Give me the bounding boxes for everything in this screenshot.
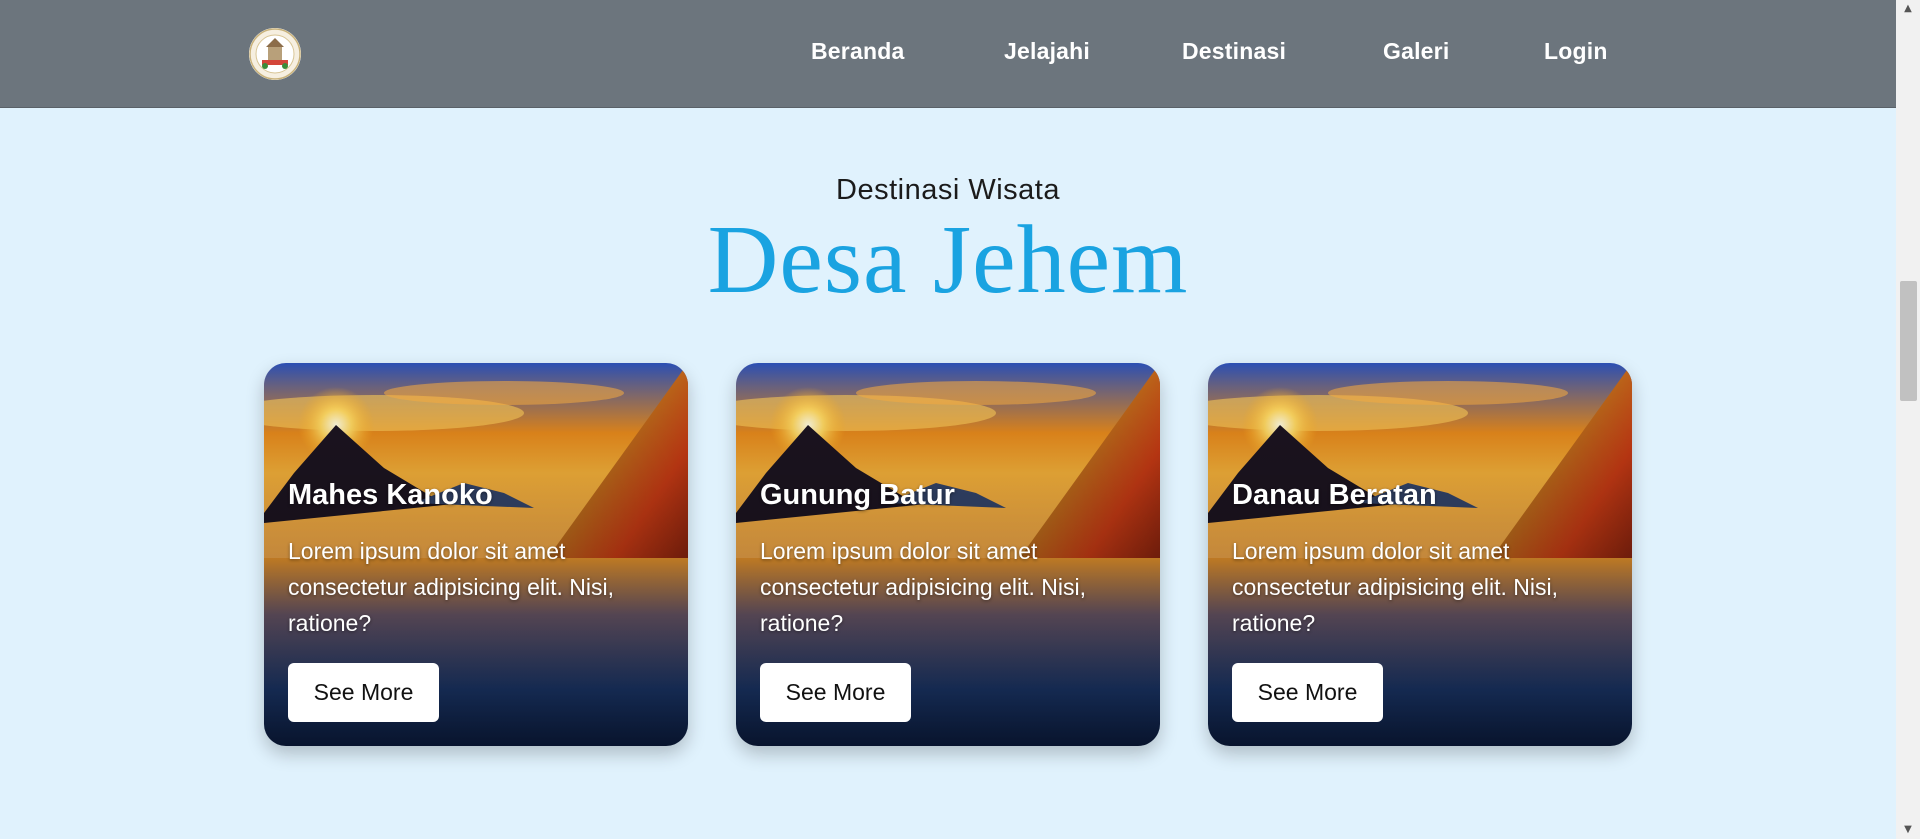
card-title: Danau Beratan [1232, 479, 1437, 511]
nav-link-login[interactable]: Login [1544, 38, 1608, 65]
see-more-button[interactable]: See More [1232, 663, 1383, 722]
card-description: Lorem ipsum dolor sit amet consectetur a… [760, 538, 1086, 636]
village-emblem-logo[interactable] [249, 28, 301, 80]
see-more-button[interactable]: See More [288, 663, 439, 722]
card-title: Mahes Kanoko [288, 479, 493, 511]
navbar: Beranda Jelajahi Destinasi Galeri Login [0, 0, 1896, 108]
card-title: Gunung Batur [760, 479, 955, 511]
nav-link-galeri[interactable]: Galeri [1383, 38, 1449, 65]
nav-link-jelajahi[interactable]: Jelajahi [1004, 38, 1090, 65]
vertical-scrollbar[interactable]: ▲ ▼ [1896, 0, 1920, 839]
section-title: Desa Jehem [707, 206, 1189, 314]
scroll-down-arrow-icon[interactable]: ▼ [1896, 821, 1920, 839]
card-description: Lorem ipsum dolor sit amet consectetur a… [1232, 538, 1558, 636]
destination-card: Danau Beratan Lorem ipsum dolor sit amet… [1208, 363, 1632, 746]
destination-card: Gunung Batur Lorem ipsum dolor sit amet … [736, 363, 1160, 746]
see-more-button[interactable]: See More [760, 663, 911, 722]
card-description: Lorem ipsum dolor sit amet consectetur a… [288, 538, 614, 636]
destination-card: Mahes Kanoko Lorem ipsum dolor sit amet … [264, 363, 688, 746]
scrollbar-thumb[interactable] [1900, 281, 1917, 401]
nav-link-beranda[interactable]: Beranda [811, 38, 904, 65]
scroll-up-arrow-icon[interactable]: ▲ [1896, 0, 1920, 18]
nav-link-destinasi[interactable]: Destinasi [1182, 38, 1286, 65]
